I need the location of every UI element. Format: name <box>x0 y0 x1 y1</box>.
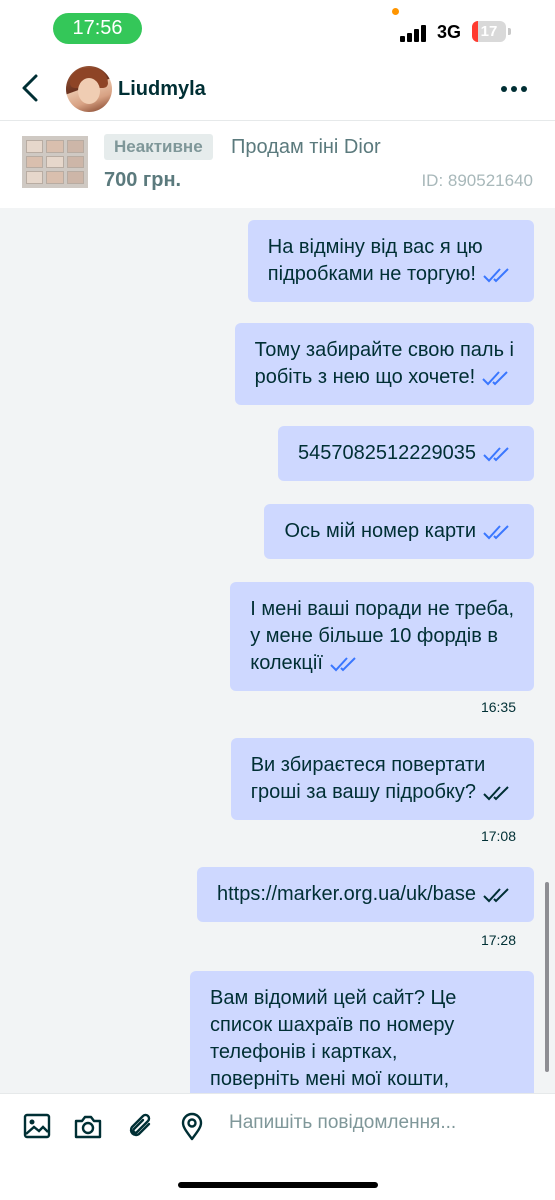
message-bubble[interactable]: Тому забирайте свою паль і робіть з нею … <box>234 323 534 405</box>
double-check-icon <box>483 786 509 801</box>
signal-icon <box>400 24 430 42</box>
message-text: І мені ваші поради не треба, у мене біль… <box>250 598 514 674</box>
message-text: На відміну від вас я цю підробками не то… <box>267 236 483 285</box>
status-bar: 17:56 3G 17 <box>0 0 555 58</box>
message-timestamp: 16:35 <box>480 699 516 715</box>
listing-card[interactable]: Неактивне Продам тіні Dior 700 грн. ID: … <box>0 120 555 208</box>
mic-indicator-dot <box>392 8 399 15</box>
paperclip-icon <box>129 1113 151 1137</box>
attach-image-button[interactable] <box>22 1111 52 1141</box>
battery-percent: 17 <box>480 23 498 40</box>
message-text: 5457082512229035 <box>298 442 476 464</box>
chat-header: Liudmyla <box>0 58 555 120</box>
more-button[interactable] <box>498 76 530 102</box>
double-check-icon <box>483 268 509 283</box>
message-bubble[interactable]: 5457082512229035 <box>278 426 534 481</box>
message-text: Тому забирайте свою паль і робіть з нею … <box>254 339 514 388</box>
listing-thumbnail <box>22 136 88 188</box>
battery-icon: 17 <box>472 21 506 42</box>
back-button[interactable] <box>14 70 50 106</box>
image-icon <box>23 1113 51 1139</box>
double-check-icon <box>483 525 509 540</box>
double-check-icon <box>483 447 509 462</box>
message-text: Ви збираєтеся повертати гроші за вашу пі… <box>250 754 486 803</box>
avatar[interactable] <box>66 66 112 112</box>
message-timestamp: 17:28 <box>480 932 516 948</box>
message-bubble[interactable]: На відміну від вас я цю підробками не то… <box>247 220 534 302</box>
camera-icon <box>74 1115 102 1139</box>
back-arrow-icon <box>22 74 38 102</box>
location-button[interactable] <box>177 1111 207 1141</box>
message-text: https://marker.org.ua/uk/base <box>216 883 476 905</box>
more-dots-icon <box>501 86 527 92</box>
double-check-icon <box>482 371 508 386</box>
home-indicator <box>178 1182 378 1188</box>
status-time: 17:56 <box>53 13 142 44</box>
message-bubble[interactable]: Вам відомий цей сайт? Це список шахраїв … <box>190 971 534 1093</box>
contact-name[interactable]: Liudmyla <box>118 78 206 101</box>
listing-price: 700 грн. <box>104 169 182 191</box>
message-bubble[interactable]: Ось мій номер карти <box>264 504 534 559</box>
message-bubble[interactable]: Ви збираєтеся повертати гроші за вашу пі… <box>230 738 534 820</box>
message-bubble[interactable]: І мені ваші поради не треба, у мене біль… <box>230 582 534 691</box>
attach-file-button[interactable] <box>125 1111 155 1141</box>
double-check-icon <box>330 657 356 672</box>
status-badge: Неактивне <box>104 134 213 160</box>
message-bubble[interactable]: https://marker.org.ua/uk/base <box>196 867 534 922</box>
message-input[interactable]: Напишіть повідомлення... <box>229 1112 456 1134</box>
message-text: Ось мій номер карти <box>284 520 476 542</box>
message-timestamp: 17:08 <box>480 828 516 844</box>
camera-button[interactable] <box>73 1111 103 1141</box>
battery-cap <box>508 28 511 35</box>
network-type: 3G <box>437 22 462 42</box>
composer-bar: Напишіть повідомлення... <box>0 1093 555 1200</box>
location-pin-icon <box>181 1112 203 1141</box>
scrollbar[interactable] <box>545 882 549 1072</box>
listing-title: Продам тіні Dior <box>231 136 381 158</box>
double-check-icon <box>483 888 509 903</box>
listing-id: ID: 890521640 <box>421 171 533 190</box>
message-text: Вам відомий цей сайт? Це список шахраїв … <box>210 987 457 1090</box>
message-list[interactable]: На відміну від вас я цю підробками не то… <box>0 208 555 1093</box>
